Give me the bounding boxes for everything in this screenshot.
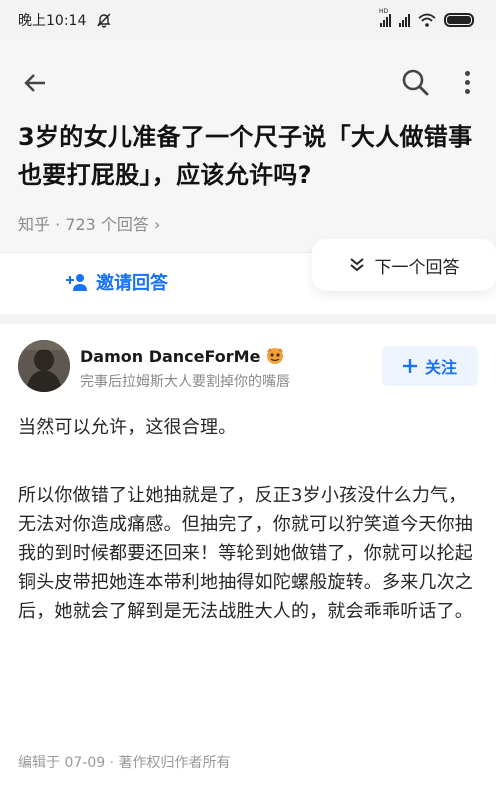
- action-bar: 邀请回答 下一个回答: [0, 239, 496, 314]
- more-button[interactable]: [455, 67, 479, 97]
- section-separator: [0, 314, 496, 324]
- follow-label: 关注: [424, 358, 457, 377]
- question-meta[interactable]: 知乎 · 723 个回答 ›: [18, 211, 160, 235]
- status-time: 晚上10:14: [18, 13, 87, 29]
- next-answer-button[interactable]: 下一个回答: [312, 239, 496, 291]
- back-button[interactable]: [20, 68, 50, 98]
- next-answer-label: 下一个回答: [374, 257, 460, 278]
- answer-footer: 编辑于 07-09 · 著作权归作者所有: [18, 755, 231, 771]
- double-chevron-down-icon: [349, 258, 364, 272]
- question-title[interactable]: 3岁的女儿准备了一个尺子说「大人做错事也要打屁股」，应该允许吗?: [18, 118, 486, 194]
- invite-user-icon: [66, 274, 87, 291]
- invite-answer-button[interactable]: 邀请回答: [64, 269, 168, 295]
- author-bio: 完事后拉姆斯大人要割掉你的嘴唇: [80, 374, 290, 390]
- signal-icon: HD: [379, 8, 391, 27]
- battery-icon: [444, 13, 474, 27]
- author-badge-icon: [267, 348, 284, 364]
- avatar[interactable]: [18, 340, 70, 392]
- top-nav: [0, 62, 496, 102]
- status-left: 晚上10:14: [18, 10, 112, 30]
- author-name-row[interactable]: Damon DanceForMe: [80, 346, 286, 366]
- status-right: HD: [379, 8, 474, 27]
- answer-paragraph: 所以你做错了让她抽就是了，反正3岁小孩没什么力气，无法对你造成痛感。但抽完了，你…: [18, 485, 473, 622]
- answer-paragraph: 当然可以允许，这很合理。: [18, 417, 237, 438]
- more-vertical-icon: [464, 70, 470, 76]
- signal-hd-label: HD: [379, 8, 389, 15]
- search-icon: [402, 69, 429, 96]
- follow-button[interactable]: 关注: [382, 346, 478, 386]
- invite-answer-label: 邀请回答: [96, 273, 168, 294]
- back-arrow-icon: [24, 74, 45, 92]
- status-bar: 晚上10:14 HD: [0, 0, 496, 40]
- avatar-image: [18, 340, 70, 392]
- wifi-icon: [418, 13, 436, 27]
- question-header: 3岁的女儿准备了一个尺子说「大人做错事也要打屁股」，应该允许吗? 知乎 · 72…: [0, 40, 496, 314]
- author-name: Damon DanceForMe: [80, 346, 261, 366]
- mute-bell-icon: [97, 13, 112, 28]
- search-button[interactable]: [400, 67, 430, 97]
- signal-icon-2: [399, 13, 410, 27]
- plus-icon: [402, 359, 417, 373]
